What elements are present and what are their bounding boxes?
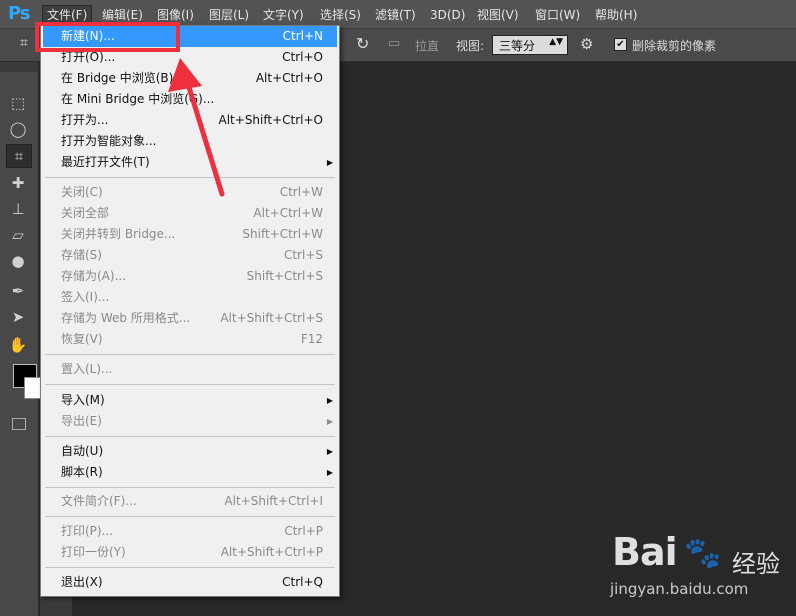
submenu-arrow-icon: ▶ xyxy=(326,447,333,456)
gear-icon[interactable]: ⚙ xyxy=(580,35,593,53)
delete-cropped-label: 删除裁剪的像素 xyxy=(632,39,717,53)
view-overlay-value: 三等分 xyxy=(499,39,536,53)
eraser-tool-icon[interactable]: ▱ xyxy=(6,224,30,246)
crop-tool-icon[interactable]: ⌗ xyxy=(6,144,32,168)
blur-tool-icon[interactable]: ● xyxy=(6,250,30,272)
submenu-arrow-icon: ▶ xyxy=(326,468,333,477)
menu-item-print[interactable]: 打印(P)... Ctrl+P xyxy=(43,521,337,542)
menu-item-print-one[interactable]: 打印一份(Y) Alt+Shift+Ctrl+P xyxy=(43,542,337,563)
menu-item-import[interactable]: 导入(M) ▶ xyxy=(43,390,337,411)
submenu-arrow-icon: ▶ xyxy=(326,396,333,405)
toolbox: ⬚ ◯ ⌗ ✚ ⊥ ▱ ● ✒ ➤ ✋ xyxy=(0,62,46,616)
healing-brush-tool-icon[interactable]: ✚ xyxy=(6,172,30,194)
menu-item-scripts[interactable]: 脚本(R) ▶ xyxy=(43,462,337,483)
watermark-url: jingyan.baidu.com xyxy=(610,580,749,598)
menu-item-save-for-web[interactable]: 存储为 Web 所用格式... Alt+Shift+Ctrl+S xyxy=(43,308,337,329)
menu-select[interactable]: 选择(S) xyxy=(316,6,365,24)
reset-rotate-icon[interactable]: ↻ xyxy=(356,34,369,53)
delete-cropped-checkbox[interactable]: ✔ xyxy=(614,38,627,51)
menu-separator xyxy=(45,384,335,385)
menu-separator xyxy=(45,567,335,568)
lasso-tool-icon[interactable]: ◯ xyxy=(6,118,30,140)
menu-item-save[interactable]: 存储(S) Ctrl+S xyxy=(43,245,337,266)
pen-tool-icon[interactable]: ✒ xyxy=(6,280,30,302)
selection-tool-icon[interactable]: ➤ xyxy=(6,306,30,328)
menu-item-open-smart-object[interactable]: 打开为智能对象... xyxy=(43,131,337,152)
menu-item-open-as[interactable]: 打开为... Alt+Shift+Ctrl+O xyxy=(43,110,337,131)
menu-separator xyxy=(45,354,335,355)
menu-item-close-all[interactable]: 关闭全部 Alt+Ctrl+W xyxy=(43,203,337,224)
annotation-highlight-box xyxy=(35,22,180,52)
submenu-arrow-icon: ▶ xyxy=(326,417,333,426)
menu-item-close-go-bridge[interactable]: 关闭并转到 Bridge... Shift+Ctrl+W xyxy=(43,224,337,245)
baidu-watermark: Bai 🐾 经验 jingyan.baidu.com xyxy=(600,522,790,612)
menu-separator xyxy=(45,436,335,437)
straighten-label[interactable]: 拉直 xyxy=(415,37,439,54)
menu-item-save-as[interactable]: 存储为(A)... Shift+Ctrl+S xyxy=(43,266,337,287)
crop-tool-icon[interactable]: ⌗ xyxy=(20,35,28,51)
menu-separator xyxy=(45,516,335,517)
submenu-arrow-icon: ▶ xyxy=(326,158,333,167)
hand-tool-icon[interactable]: ✋ xyxy=(6,334,30,356)
menu-item-export[interactable]: 导出(E) ▶ xyxy=(43,411,337,432)
menu-item-browse-bridge[interactable]: 在 Bridge 中浏览(B)... Alt+Ctrl+O xyxy=(43,68,337,89)
menu-item-check-in[interactable]: 签入(I)... xyxy=(43,287,337,308)
menu-help[interactable]: 帮助(H) xyxy=(591,6,641,24)
menu-item-browse-mini-bridge[interactable]: 在 Mini Bridge 中浏览(G)... xyxy=(43,89,337,110)
quick-mask-icon[interactable] xyxy=(12,418,26,430)
menu-separator xyxy=(45,177,335,178)
menu-item-file-info[interactable]: 文件简介(F)... Alt+Shift+Ctrl+I xyxy=(43,491,337,512)
chevron-down-icon: ▲▼ xyxy=(549,37,563,47)
stamp-tool-icon[interactable]: ⊥ xyxy=(6,198,30,220)
toolbox-header[interactable] xyxy=(0,62,38,72)
baidu-logo: Bai xyxy=(612,530,678,574)
menu-item-revert[interactable]: 恢复(V) F12 xyxy=(43,329,337,350)
file-menu-dropdown: 新建(N)... Ctrl+N 打开(O)... Ctrl+O 在 Bridge 中… xyxy=(40,25,340,597)
photoshop-logo: Ps xyxy=(8,3,31,24)
menu-item-exit[interactable]: 退出(X) Ctrl+Q xyxy=(43,572,337,593)
baidu-jingyan-text: 经验 xyxy=(732,550,780,578)
menu-view[interactable]: 视图(V) xyxy=(473,6,523,24)
view-label: 视图: xyxy=(456,39,485,53)
menu-item-automate[interactable]: 自动(U) ▶ xyxy=(43,441,337,462)
menu-item-close[interactable]: 关闭(C) Ctrl+W xyxy=(43,182,337,203)
menu-layer[interactable]: 图层(L) xyxy=(205,6,253,24)
straighten-icon[interactable]: ▭ xyxy=(388,36,400,51)
view-overlay-select[interactable]: 三等分 ▲▼ xyxy=(492,35,568,55)
menu-window[interactable]: 窗口(W) xyxy=(531,6,584,24)
menu-type[interactable]: 文字(Y) xyxy=(259,6,308,24)
paw-icon: 🐾 xyxy=(684,536,722,571)
menu-filter[interactable]: 滤镜(T) xyxy=(371,6,420,24)
menu-3d[interactable]: 3D(D) xyxy=(426,6,469,24)
menu-item-recent-files[interactable]: 最近打开文件(T) ▶ xyxy=(43,152,337,173)
menu-item-place[interactable]: 置入(L)... xyxy=(43,359,337,380)
marquee-tool-icon[interactable]: ⬚ xyxy=(6,92,30,114)
menu-separator xyxy=(45,487,335,488)
